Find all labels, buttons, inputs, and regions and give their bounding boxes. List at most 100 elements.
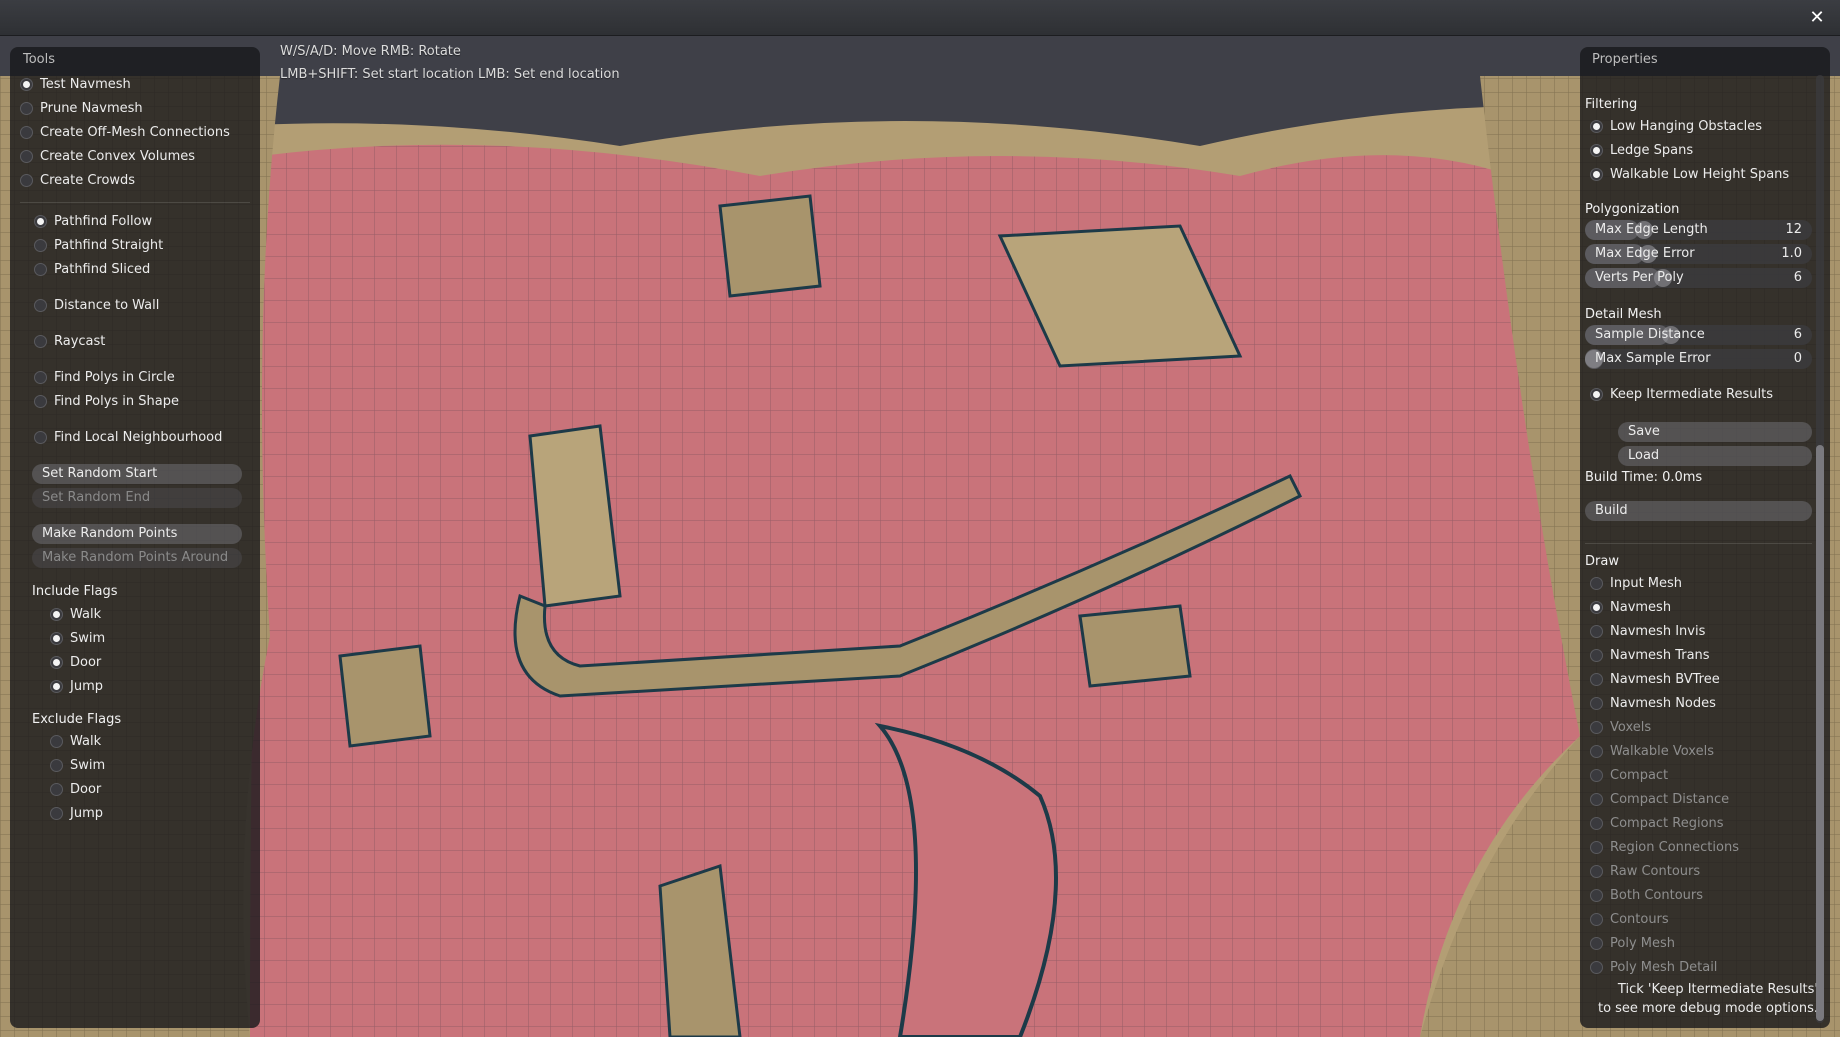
divider [20, 202, 250, 203]
checkbox-label: Compact [1610, 767, 1669, 783]
tool-option-test-navmesh[interactable]: Test Navmesh [20, 74, 131, 94]
slider-value: 6 [1793, 270, 1802, 285]
tool-option-create-off-mesh-connections[interactable]: Create Off-Mesh Connections [20, 122, 230, 142]
mode-option-find-local-neighbourhood[interactable]: Find Local Neighbourhood [34, 427, 222, 447]
checkbox-icon [1590, 792, 1603, 806]
checkbox-label: Jump [70, 678, 103, 694]
checkbox-icon [34, 298, 47, 312]
include-flag-walk[interactable]: Walk [50, 604, 101, 624]
mode-option-raycast[interactable]: Raycast [34, 331, 105, 351]
keep-results-checkbox[interactable]: Keep Itermediate Results [1590, 384, 1773, 404]
navmesh-scene [0, 36, 1840, 1037]
mode-option-find-polys-in-circle[interactable]: Find Polys in Circle [34, 367, 175, 387]
draw-option-compact: Compact [1590, 765, 1668, 785]
3d-viewport[interactable]: W/S/A/D: Move RMB: Rotate LMB+SHIFT: Set… [0, 36, 1840, 1037]
checkbox-label: Input Mesh [1610, 575, 1683, 591]
draw-option-contours: Contours [1590, 909, 1669, 929]
checkbox-icon [34, 262, 47, 276]
scrollbar-thumb[interactable] [1816, 445, 1824, 1021]
draw-option-navmesh-trans[interactable]: Navmesh Trans [1590, 645, 1710, 665]
properties-panel: Properties Filtering Low Hanging Obstacl… [1580, 47, 1830, 1028]
tool-option-create-crowds[interactable]: Create Crowds [20, 170, 135, 190]
draw-option-navmesh-invis[interactable]: Navmesh Invis [1590, 621, 1705, 641]
sample-distance-slider[interactable]: Sample Distance 6 [1585, 325, 1812, 345]
checkbox-icon [1590, 600, 1603, 614]
checkbox-label: Voxels [1610, 719, 1652, 735]
exclude-flag-walk[interactable]: Walk [50, 731, 101, 751]
checkbox-label: Walk [70, 733, 102, 749]
build-button[interactable]: Build [1585, 501, 1812, 521]
max-sample-error-slider[interactable]: Max Sample Error 0 [1585, 349, 1812, 369]
mode-option-pathfind-follow[interactable]: Pathfind Follow [34, 211, 152, 231]
checkbox-icon [34, 334, 47, 348]
draw-option-compact-regions: Compact Regions [1590, 813, 1724, 833]
include-flag-jump[interactable]: Jump [50, 676, 103, 696]
max-edge-length-slider[interactable]: Max Edge Length 12 [1585, 220, 1812, 240]
set-random-start-button[interactable]: Set Random Start [32, 464, 242, 484]
filter-low-hanging-obstacles[interactable]: Low Hanging Obstacles [1590, 116, 1762, 136]
properties-scrollbar[interactable] [1816, 75, 1824, 1023]
mode-option-find-polys-in-shape[interactable]: Find Polys in Shape [34, 391, 179, 411]
draw-option-region-connections: Region Connections [1590, 837, 1739, 857]
checkbox-icon [1590, 840, 1603, 854]
exclude-flag-door[interactable]: Door [50, 779, 101, 799]
checkbox-icon [50, 782, 63, 796]
checkbox-label: Distance to Wall [54, 297, 160, 313]
checkbox-label: Pathfind Sliced [54, 261, 151, 277]
checkbox-label: Door [70, 654, 102, 670]
tool-option-prune-navmesh[interactable]: Prune Navmesh [20, 98, 143, 118]
draw-option-both-contours: Both Contours [1590, 885, 1703, 905]
slider-label: Max Sample Error [1595, 351, 1711, 366]
checkbox-icon [20, 173, 33, 187]
draw-option-poly-mesh: Poly Mesh [1590, 933, 1675, 953]
checkbox-label: Prune Navmesh [40, 100, 143, 116]
draw-option-navmesh[interactable]: Navmesh [1590, 597, 1671, 617]
exclude-flag-jump[interactable]: Jump [50, 803, 103, 823]
checkbox-label: Poly Mesh Detail [1610, 959, 1718, 975]
checkbox-label: Low Hanging Obstacles [1610, 118, 1763, 134]
checkbox-icon [1590, 864, 1603, 878]
checkbox-icon [50, 607, 63, 621]
mode-option-pathfind-straight[interactable]: Pathfind Straight [34, 235, 163, 255]
checkbox-icon [20, 77, 33, 91]
save-button[interactable]: Save [1618, 422, 1812, 442]
checkbox-label: Navmesh [1610, 599, 1672, 615]
make-random-points-button[interactable]: Make Random Points [32, 524, 242, 544]
draw-option-compact-distance: Compact Distance [1590, 789, 1729, 809]
checkbox-icon [1590, 816, 1603, 830]
checkbox-label: Walkable Low Height Spans [1610, 166, 1790, 182]
set-random-end-button: Set Random End [32, 488, 242, 508]
max-edge-error-slider[interactable]: Max Edge Error 1.0 [1585, 244, 1812, 264]
checkbox-icon [1590, 936, 1603, 950]
checkbox-icon [50, 631, 63, 645]
checkbox-icon [20, 149, 33, 163]
checkbox-label: Swim [70, 757, 106, 773]
close-button[interactable]: ✕ [1806, 7, 1828, 29]
filter-walkable-low-height-spans[interactable]: Walkable Low Height Spans [1590, 164, 1789, 184]
tool-option-create-convex-volumes[interactable]: Create Convex Volumes [20, 146, 195, 166]
exclude-flag-swim[interactable]: Swim [50, 755, 105, 775]
mode-option-distance-to-wall[interactable]: Distance to Wall [34, 295, 159, 315]
checkbox-icon [1590, 119, 1603, 133]
include-flag-door[interactable]: Door [50, 652, 101, 672]
checkbox-icon [34, 370, 47, 384]
include-flag-swim[interactable]: Swim [50, 628, 105, 648]
draw-option-navmesh-bvtree[interactable]: Navmesh BVTree [1590, 669, 1720, 689]
checkbox-label: Find Polys in Circle [54, 369, 175, 385]
load-button[interactable]: Load [1618, 446, 1812, 466]
checkbox-label: Navmesh Nodes [1610, 695, 1716, 711]
mode-option-pathfind-sliced[interactable]: Pathfind Sliced [34, 259, 150, 279]
draw-option-input-mesh[interactable]: Input Mesh [1590, 573, 1682, 593]
checkbox-icon [1590, 576, 1603, 590]
checkbox-icon [1590, 768, 1603, 782]
verts-per-poly-slider[interactable]: Verts Per Poly 6 [1585, 268, 1812, 288]
checkbox-label: Navmesh BVTree [1610, 671, 1720, 687]
checkbox-icon [20, 125, 33, 139]
checkbox-label: Create Crowds [40, 172, 136, 188]
draw-option-navmesh-nodes[interactable]: Navmesh Nodes [1590, 693, 1716, 713]
slider-label: Verts Per Poly [1595, 270, 1684, 285]
filter-ledge-spans[interactable]: Ledge Spans [1590, 140, 1693, 160]
checkbox-icon [50, 655, 63, 669]
slider-value: 6 [1793, 327, 1802, 342]
info-line-2: to see more debug mode options. [1597, 1001, 1818, 1016]
